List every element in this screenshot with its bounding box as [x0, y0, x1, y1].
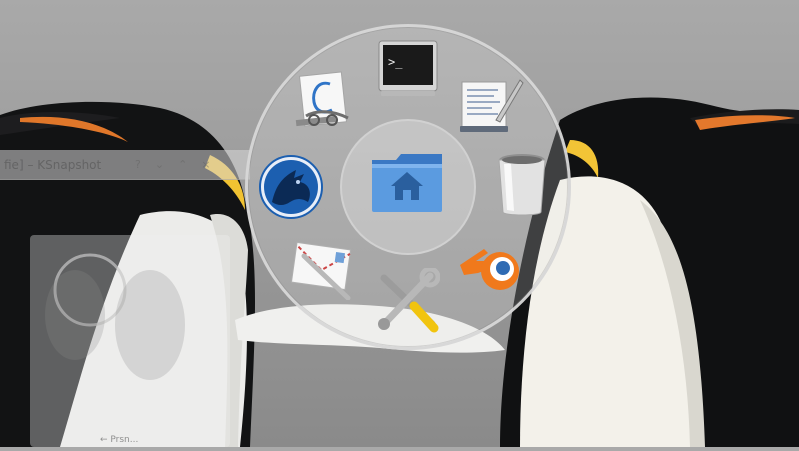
mail-icon [290, 241, 352, 300]
blender-icon [460, 249, 519, 290]
word-processor-icon [295, 71, 349, 127]
launcher-item-mail[interactable]: Mail [290, 238, 356, 300]
launcher-item-amarok[interactable]: Amarok [258, 154, 324, 220]
preview-thumbnail-image [45, 253, 185, 380]
trash-icon [498, 154, 546, 216]
amarok-icon [259, 155, 323, 219]
background-window-preview [30, 235, 230, 447]
launcher-item-blender[interactable]: Blender [458, 243, 524, 293]
terminal-icon: >_ [378, 40, 438, 96]
svg-text:>_: >_ [388, 55, 403, 69]
background-window-title: fie] – KSnapshot [4, 158, 102, 172]
text-editor-icon [460, 79, 524, 132]
launcher-item-calligra-words[interactable]: Calligra Words [292, 70, 358, 136]
home-folder-button[interactable]: Home Folder [370, 150, 444, 216]
launcher-item-trash[interactable]: Trash [496, 152, 548, 218]
background-window-titlebar: fie] – KSnapshot ? ⌄ ⌃ × [0, 150, 250, 180]
background-window-controls: ? ⌄ ⌃ × [135, 150, 211, 180]
background-window-footer: ← Prsn... [100, 435, 139, 445]
settings-tools-icon [378, 268, 440, 333]
launcher-item-system-settings[interactable]: System Settings [374, 268, 440, 334]
help-icon: ? [135, 158, 141, 171]
maximize-icon: ⌃ [178, 158, 188, 171]
close-icon: × [201, 158, 211, 171]
launcher-item-text-editor[interactable]: Text Editor [458, 76, 524, 134]
home-folder-icon [372, 154, 442, 212]
launcher-item-terminal[interactable]: Terminal >_ [378, 40, 438, 98]
minimize-icon: ⌄ [154, 158, 165, 171]
